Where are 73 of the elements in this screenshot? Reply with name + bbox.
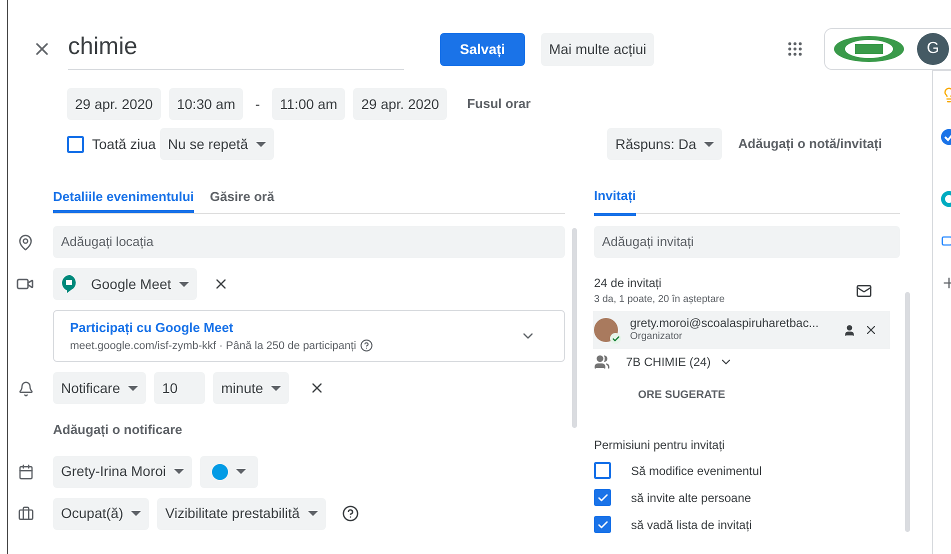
checkbox[interactable]	[594, 489, 611, 506]
end-time-field[interactable]: 11:00 am	[272, 88, 346, 120]
mail-icon[interactable]	[856, 282, 872, 298]
account-card[interactable]: G	[824, 28, 951, 70]
add-notification-link[interactable]: Adăugați o notificare	[53, 420, 565, 440]
start-date-field[interactable]: 29 apr. 2020	[67, 88, 161, 120]
location-icon	[17, 234, 34, 251]
caret-icon	[179, 282, 190, 286]
repeat-dropdown[interactable]: Nu se repetă	[160, 128, 274, 160]
caret-icon	[256, 142, 266, 146]
join-meet-link[interactable]: Participați cu Google Meet	[70, 318, 374, 338]
title-field[interactable]: chimie	[68, 28, 404, 70]
school-logo-icon	[833, 35, 905, 63]
checkbox[interactable]	[67, 136, 84, 152]
accepted-badge	[610, 333, 621, 344]
caret-icon	[174, 469, 184, 474]
organizer-email: grety.moroi@scoalaspiruharetbac...	[630, 316, 819, 332]
availability-dropdown[interactable]: Ocupat(ă)	[53, 498, 150, 530]
help-icon[interactable]	[360, 339, 374, 352]
guest-count: 24 de invitați	[594, 275, 662, 292]
guest-summary: 3 da, 1 poate, 20 în așteptare	[594, 293, 725, 307]
person-icon	[843, 324, 856, 336]
notification-type-dropdown[interactable]: Notificare	[53, 372, 146, 404]
remove-icon[interactable]	[864, 323, 878, 337]
meet-details: meet.google.com/isf-zymb-kkf · Până la 250 de participanți	[70, 338, 356, 354]
start-time-field[interactable]: 10:30 am	[168, 88, 244, 120]
permission-label: Să modifice evenimentul	[631, 462, 762, 480]
suggested-times-button[interactable]: ORE SUGERATE	[638, 387, 726, 404]
caret-icon	[704, 142, 714, 146]
caret-icon	[131, 511, 142, 516]
bell-icon	[18, 381, 34, 397]
checkbox[interactable]	[594, 462, 611, 479]
notification-value-field[interactable]: 10	[154, 372, 206, 404]
caret-icon	[236, 469, 246, 474]
permission-label: să vadă lista de invitați	[631, 516, 752, 534]
tab[interactable]: Detaliile evenimentului	[53, 184, 194, 213]
avatar[interactable]: G	[917, 33, 949, 65]
briefcase-icon	[18, 506, 34, 522]
scrollbar[interactable]	[905, 292, 910, 532]
apps-grid-icon[interactable]	[786, 40, 804, 58]
calendar-icon	[18, 464, 34, 480]
location-field[interactable]: Adăugați locația	[53, 226, 565, 258]
help-icon[interactable]	[342, 505, 359, 522]
organizer-row[interactable]: grety.moroi@scoalaspiruharetbac... Organizator	[593, 311, 890, 349]
organizer-role: Organizator	[630, 331, 684, 344]
caret-icon	[128, 386, 138, 390]
group-name: 7B CHIMIE (24)	[626, 354, 711, 371]
all-day-label: Toată ziua	[92, 134, 156, 154]
conference-dropdown[interactable]: Google Meet	[53, 268, 198, 300]
timezone-link[interactable]: Fusul orar	[467, 94, 531, 114]
group-icon	[594, 354, 610, 370]
avatar-placeholder	[594, 318, 618, 342]
end-date-field[interactable]: 29 apr. 2020	[353, 88, 448, 120]
caret-icon	[271, 386, 282, 390]
add-note-link[interactable]: Adăugați o notă/invitați	[738, 134, 882, 154]
check-icon	[596, 518, 608, 530]
time-separator: -	[254, 94, 261, 114]
save-button[interactable]: Salvați	[440, 32, 525, 66]
guests-tab[interactable]: Invitați	[594, 186, 636, 216]
color-dropdown[interactable]	[200, 456, 258, 488]
calendar-dropdown[interactable]: Grety-Irina Moroi	[53, 456, 192, 488]
checkbox[interactable]	[594, 516, 611, 533]
permissions-title: Permisiuni pentru invitați	[594, 436, 726, 454]
check-icon	[596, 492, 608, 504]
scrollbar[interactable]	[572, 228, 577, 428]
permission-label: să invite alte persoane	[631, 490, 752, 506]
add-guests-field[interactable]: Adăugați invitați	[594, 226, 900, 258]
visibility-dropdown[interactable]: Vizibilitate prestabilită	[157, 498, 326, 530]
caret-icon	[308, 511, 318, 516]
more-actions-button[interactable]: Mai multe acțiui	[541, 32, 654, 66]
tab[interactable]: Găsire oră	[210, 184, 274, 213]
notification-unit-dropdown[interactable]: minute	[213, 372, 290, 404]
response-dropdown[interactable]: Răspuns: Da	[607, 128, 722, 160]
